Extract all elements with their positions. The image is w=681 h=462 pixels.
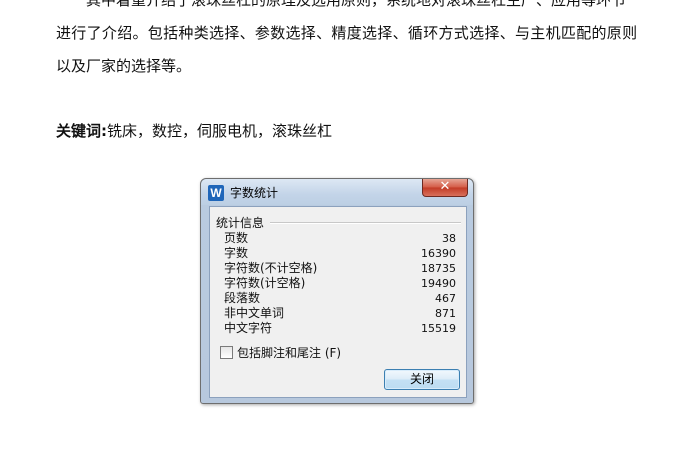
stat-row: 字符数(计空格) 19490 xyxy=(224,276,456,291)
stat-label: 中文字符 xyxy=(224,321,273,335)
dialog-content: 统计信息 页数 38 字数 16390 字符数(不计空格) 18735 字符数(计空格) 19… xyxy=(209,206,467,398)
stat-row: 页数 38 xyxy=(224,231,456,246)
document-text-line: 以及厂家的选择等。 xyxy=(56,57,192,75)
stat-label: 字符数(不计空格) xyxy=(224,261,318,275)
document-text-line: 进行了介绍。包括种类选择、参数选择、精度选择、循环方式选择、与主机匹配的原则 xyxy=(56,24,638,42)
keywords-label: 关键词: xyxy=(56,122,107,140)
group-divider xyxy=(270,222,461,224)
include-footnotes-option[interactable]: 包括脚注和尾注 (F) xyxy=(220,346,341,360)
stat-value: 18735 xyxy=(421,262,456,275)
close-icon[interactable]: ✕ xyxy=(422,179,468,197)
stat-label: 字数 xyxy=(224,246,249,260)
statistics-list: 页数 38 字数 16390 字符数(不计空格) 18735 字符数(计空格) 19490 段落… xyxy=(224,231,456,336)
document-canvas: 其中着重介绍了滚珠丝杠的原理及选用原则，系统地对滚珠丝杠生产、应用等环节 进行了… xyxy=(0,0,681,462)
stat-row: 字数 16390 xyxy=(224,246,456,261)
stat-value: 871 xyxy=(435,307,456,320)
stat-label: 字符数(计空格) xyxy=(224,276,306,290)
wps-writer-icon: W xyxy=(208,185,224,201)
dialog-title: 字数统计 xyxy=(230,186,279,200)
close-button[interactable]: 关闭 xyxy=(384,369,460,390)
stat-value: 15519 xyxy=(421,322,456,335)
stat-value: 38 xyxy=(442,232,456,245)
keywords-line: 关键词:铣床，数控，伺服电机，滚珠丝杠 xyxy=(56,121,332,141)
include-footnotes-checkbox[interactable] xyxy=(220,346,233,359)
stat-value: 16390 xyxy=(421,247,456,260)
stat-value: 467 xyxy=(435,292,456,305)
stat-label: 页数 xyxy=(224,231,249,245)
dialog-titlebar[interactable]: W 字数统计 ✕ xyxy=(201,179,473,205)
stat-label: 非中文单词 xyxy=(224,306,285,320)
stat-label: 段落数 xyxy=(224,291,261,305)
document-text-line: 其中着重介绍了滚珠丝杠的原理及选用原则，系统地对滚珠丝杠生产、应用等环节 xyxy=(86,0,627,9)
stat-row: 中文字符 15519 xyxy=(224,321,456,336)
include-footnotes-label[interactable]: 包括脚注和尾注 (F) xyxy=(237,346,341,360)
group-label: 统计信息 xyxy=(216,214,269,231)
word-count-dialog: W 字数统计 ✕ 统计信息 页数 38 字数 16390 字符数(不计空格) 18735 字… xyxy=(200,178,474,404)
stat-row: 字符数(不计空格) 18735 xyxy=(224,261,456,276)
stat-row: 非中文单词 871 xyxy=(224,306,456,321)
stat-value: 19490 xyxy=(421,277,456,290)
stat-row: 段落数 467 xyxy=(224,291,456,306)
keywords-text: 铣床，数控，伺服电机，滚珠丝杠 xyxy=(107,122,333,140)
